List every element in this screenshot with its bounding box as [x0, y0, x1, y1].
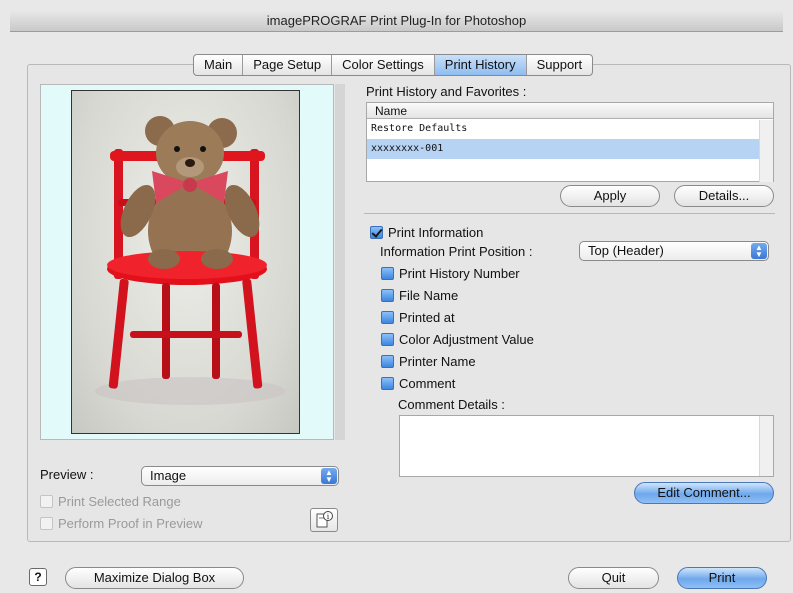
option-label: Printer Name: [399, 354, 476, 369]
checkbox-icon: [381, 377, 394, 390]
print-button[interactable]: Print: [677, 567, 767, 589]
preview-mode-value: Image: [150, 468, 187, 483]
checkbox-icon: [381, 355, 394, 368]
history-section-label: Print History and Favorites :: [366, 84, 527, 99]
preview-image: [71, 90, 300, 434]
information-print-position-select[interactable]: Top (Header) ▲ ▼: [579, 241, 769, 261]
maximize-dialog-button[interactable]: Maximize Dialog Box: [65, 567, 244, 589]
stepper-arrows-icon: ▲ ▼: [751, 243, 767, 259]
option-label: Print History Number: [399, 266, 520, 281]
option-label: Printed at: [399, 310, 455, 325]
column-header-name[interactable]: Name: [367, 103, 773, 119]
option-label: Comment: [399, 376, 456, 391]
proof-info-button[interactable]: i: [310, 508, 338, 532]
option-label: Color Adjustment Value: [399, 332, 534, 347]
print-selected-range-label: Print Selected Range: [58, 494, 181, 509]
history-list[interactable]: Name Restore Defaults xxxxxxxx-001: [366, 102, 774, 182]
comment-details-field[interactable]: [399, 415, 774, 477]
comment-details-label: Comment Details :: [398, 397, 505, 412]
checkbox-icon: [381, 289, 394, 302]
preview-label: Preview :: [40, 467, 94, 482]
tab-page-setup[interactable]: Page Setup: [243, 55, 333, 75]
print-history-number-checkbox[interactable]: Print History Number: [381, 266, 520, 281]
tab-color-settings[interactable]: Color Settings: [332, 55, 435, 75]
comment-details-scrollbar[interactable]: [759, 416, 773, 476]
preview-scrollbar[interactable]: [335, 84, 345, 440]
checkbox-icon: [381, 267, 394, 280]
tab-main[interactable]: Main: [194, 55, 244, 75]
list-item-selected[interactable]: xxxxxxxx-001: [367, 139, 773, 159]
details-button[interactable]: Details...: [674, 185, 774, 207]
history-list-scrollbar[interactable]: [759, 120, 773, 182]
window-title: imagePROGRAF Print Plug-In for Photoshop: [10, 10, 783, 32]
checkbox-icon: [381, 311, 394, 324]
teddy-bear-on-chair-image: [95, 116, 285, 405]
edit-comment-button[interactable]: Edit Comment...: [634, 482, 774, 504]
tab-print-history[interactable]: Print History: [434, 55, 527, 75]
comment-checkbox[interactable]: Comment: [381, 376, 455, 391]
printer-name-checkbox[interactable]: Printer Name: [381, 354, 476, 369]
quit-button[interactable]: Quit: [568, 567, 659, 589]
list-item[interactable]: Restore Defaults: [367, 119, 773, 139]
perform-proof-checkbox[interactable]: Perform Proof in Preview: [40, 516, 203, 531]
tab-bar: Main Page Setup Color Settings Print His…: [193, 54, 594, 76]
help-icon[interactable]: ?: [29, 568, 47, 586]
apply-button[interactable]: Apply: [560, 185, 660, 207]
option-label: File Name: [399, 288, 459, 303]
file-name-checkbox[interactable]: File Name: [381, 288, 458, 303]
information-print-position-value: Top (Header): [588, 243, 664, 258]
print-selected-range-checkbox[interactable]: Print Selected Range: [40, 494, 181, 509]
stepper-arrows-icon: ▲ ▼: [321, 468, 337, 484]
perform-proof-label: Perform Proof in Preview: [58, 516, 203, 531]
checkmark-icon: [370, 226, 383, 239]
checkbox-icon: [40, 495, 53, 508]
checkbox-icon: [40, 517, 53, 530]
section-divider: [364, 213, 775, 214]
printed-at-checkbox[interactable]: Printed at: [381, 310, 455, 325]
color-adjustment-value-checkbox[interactable]: Color Adjustment Value: [381, 332, 534, 347]
tab-support[interactable]: Support: [527, 55, 593, 75]
preview-mode-select[interactable]: Image ▲ ▼: [141, 466, 339, 486]
checkbox-icon: [381, 333, 394, 346]
information-print-position-label: Information Print Position :: [380, 244, 533, 259]
print-information-label: Print Information: [388, 225, 484, 240]
document-info-icon: i: [316, 511, 333, 528]
print-information-checkbox[interactable]: Print Information: [370, 225, 483, 240]
